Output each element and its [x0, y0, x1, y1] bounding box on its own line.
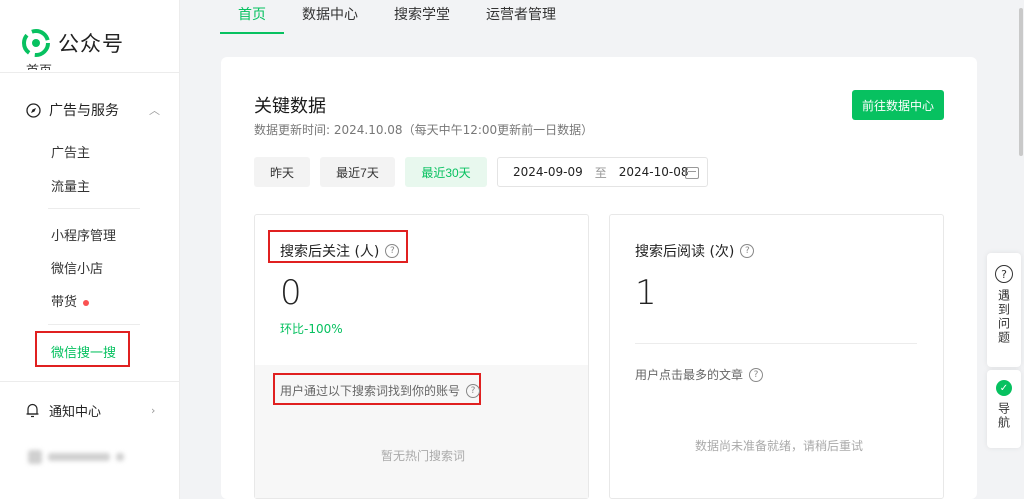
- account-info[interactable]: [28, 450, 124, 464]
- sidebar-item-search[interactable]: 微信搜一搜: [51, 342, 116, 361]
- logo[interactable]: 公众号: [22, 28, 124, 58]
- divider: [635, 343, 917, 344]
- metric-value: 1: [635, 273, 657, 313]
- sidebar-item-notice[interactable]: 通知中心 ›: [26, 401, 155, 420]
- account-name: [48, 453, 110, 461]
- range-7days-button[interactable]: 最近7天: [320, 157, 395, 187]
- sidebar-item-label: 带货: [51, 295, 78, 310]
- sidebar-group-label: 广告与服务: [49, 103, 119, 119]
- sidebar-item-sales[interactable]: 带货: [51, 291, 90, 310]
- nav-label: 导航: [996, 402, 1011, 430]
- panel-search-follow: 搜索后关注 (人) ? 0 环比-100% 用户通过以下搜索词找到你的账号 ? …: [254, 214, 589, 499]
- range-30days-button[interactable]: 最近30天: [405, 157, 487, 187]
- panel-footer: 用户通过以下搜索词找到你的账号 ? 暂无热门搜索词: [255, 365, 588, 498]
- avatar: [28, 450, 42, 464]
- divider: [0, 381, 180, 382]
- help-button[interactable]: ? 遇到问题: [987, 253, 1021, 367]
- top-articles-label: 用户点击最多的文章 ?: [635, 366, 764, 383]
- date-separator: 至: [594, 165, 607, 180]
- empty-state: 暂无热门搜索词: [381, 449, 466, 463]
- tab-home[interactable]: 首页: [220, 0, 284, 34]
- metric-value: 0: [280, 273, 302, 313]
- calendar-icon: [685, 167, 699, 179]
- nav-button[interactable]: ✓ 导航: [987, 370, 1021, 448]
- panel-title-text: 搜索后关注 (人): [280, 244, 380, 260]
- empty-state: 数据尚未准备就绪，请稍后重试: [695, 439, 864, 453]
- help-label: 遇到问题: [996, 289, 1011, 345]
- top-nav: 首页 数据中心 搜索学堂 运营者管理: [220, 0, 574, 34]
- panel-search-read: 搜索后阅读 (次) ? 1 用户点击最多的文章 ? 数据尚未准备就绪，请稍后重试: [609, 214, 944, 499]
- chevron-up-icon: ︿: [149, 104, 160, 117]
- sidebar-item-home[interactable]: 首页: [26, 60, 52, 70]
- date-range-picker[interactable]: 2024-09-09 至 2024-10-08: [497, 157, 708, 187]
- panel-title-text: 搜索后阅读 (次): [635, 244, 735, 260]
- goto-data-center-button[interactable]: 前往数据中心: [852, 90, 944, 120]
- divider: [48, 208, 140, 209]
- divider: [48, 324, 140, 325]
- notification-dot: [83, 299, 90, 306]
- question-icon[interactable]: ?: [466, 383, 481, 398]
- search-terms-label: 用户通过以下搜索词找到你的账号 ?: [280, 382, 481, 399]
- sidebar-item-advertiser[interactable]: 广告主: [51, 142, 90, 161]
- brand-name: 公众号: [58, 32, 124, 56]
- date-start: 2024-09-09: [513, 165, 583, 179]
- question-icon[interactable]: ?: [740, 244, 755, 258]
- nav-icon: ✓: [996, 380, 1012, 396]
- panel-title: 搜索后关注 (人) ?: [280, 241, 400, 261]
- date-end: 2024-10-08: [618, 165, 689, 179]
- foot-label-text: 用户点击最多的文章: [635, 368, 744, 382]
- key-data-card: 关键数据 数据更新时间: 2024.10.08（每天中午12:00更新前一日数据…: [221, 57, 977, 499]
- account-extra: [116, 453, 124, 461]
- sidebar-item-shop[interactable]: 微信小店: [51, 258, 103, 277]
- sidebar-item-miniprogram[interactable]: 小程序管理: [51, 225, 116, 244]
- range-yesterday-button[interactable]: 昨天: [254, 157, 310, 187]
- bell-icon: [26, 403, 39, 418]
- logo-icon: [22, 29, 50, 57]
- compass-icon: [26, 102, 41, 118]
- tab-data-center[interactable]: 数据中心: [284, 0, 376, 34]
- metric-delta: 环比-100%: [280, 322, 343, 336]
- question-icon[interactable]: ?: [385, 244, 400, 258]
- sidebar: 公众号 首页 广告与服务 ︿ 广告主 流量主 小程序管理 微信小店 带货 微信搜…: [0, 0, 180, 499]
- divider: [0, 72, 180, 73]
- foot-label-text: 用户通过以下搜索词找到你的账号: [280, 384, 461, 398]
- sidebar-item-publisher[interactable]: 流量主: [51, 176, 90, 195]
- panel-title: 搜索后阅读 (次) ?: [635, 241, 755, 261]
- chevron-right-icon: ›: [151, 404, 156, 417]
- sidebar-group-ads[interactable]: 广告与服务 ︿: [26, 100, 160, 120]
- notice-label: 通知中心: [49, 405, 102, 420]
- tab-search-academy[interactable]: 搜索学堂: [376, 0, 468, 34]
- question-icon: ?: [995, 265, 1013, 283]
- scrollbar[interactable]: [1019, 8, 1023, 156]
- page-title: 关键数据: [254, 96, 326, 117]
- tab-operators[interactable]: 运营者管理: [468, 0, 574, 34]
- question-icon[interactable]: ?: [749, 367, 764, 382]
- update-time: 数据更新时间: 2024.10.08（每天中午12:00更新前一日数据）: [254, 123, 594, 137]
